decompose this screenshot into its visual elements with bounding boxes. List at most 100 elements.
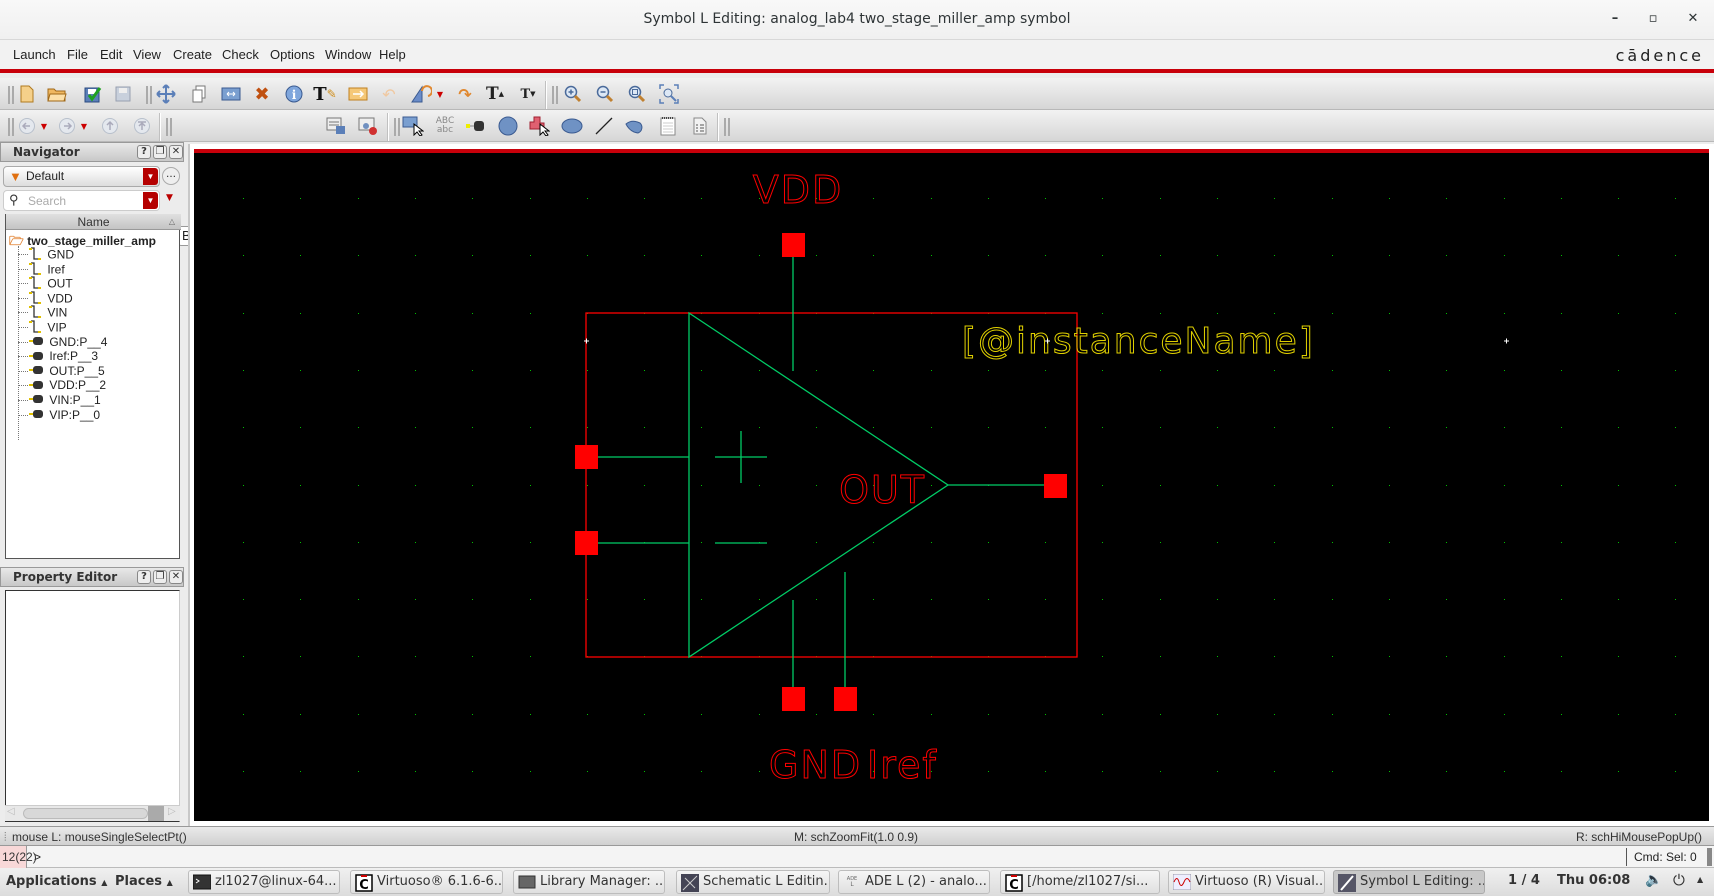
horizontal-scrollbar[interactable]: ◁ ▷	[5, 805, 180, 821]
taskbar-task[interactable]: C [/home/zl1027/si...	[1000, 870, 1160, 894]
menu-options[interactable]: Options	[270, 47, 315, 62]
close-icon[interactable]: ✕	[169, 145, 183, 159]
menu-view[interactable]: View	[133, 47, 161, 62]
schematic-canvas[interactable]: VDD OUT GND Iref [@instanceName]	[194, 149, 1709, 821]
top-icon[interactable]	[131, 116, 153, 136]
scroll-right-icon[interactable]: ▷	[168, 806, 176, 817]
tree-item-pin[interactable]: Iref:P__3	[28, 349, 98, 364]
workspace-indicator[interactable]: 1 / 4	[1508, 873, 1540, 888]
menu-help[interactable]: Help	[379, 47, 406, 62]
toolbar-grip[interactable]	[166, 118, 172, 136]
properties-icon[interactable]: i	[283, 84, 305, 104]
rotate-flip-icon[interactable]	[410, 84, 432, 104]
pin-vip[interactable]	[575, 445, 598, 469]
applications-menu[interactable]: Applications ▲	[6, 874, 107, 889]
new-file-icon[interactable]	[16, 84, 38, 104]
bigger-text-icon[interactable]: T ▲	[484, 84, 506, 104]
stretch-icon[interactable]	[220, 84, 242, 104]
taskbar-task[interactable]: Symbol L Editing: ...	[1333, 870, 1485, 894]
pin-vdd[interactable]	[782, 233, 805, 257]
notepad-icon[interactable]	[657, 116, 679, 136]
scroll-thumb[interactable]	[23, 808, 148, 819]
tree-item-pin[interactable]: GND:P__4	[28, 335, 107, 350]
scroll-left-icon[interactable]: ◁	[7, 806, 15, 817]
help-icon[interactable]: ?	[137, 570, 151, 584]
power-icon[interactable]: ⏻	[1673, 871, 1685, 889]
taskbar-task[interactable]: Library Manager: ...	[513, 870, 665, 894]
navigator-filter-select[interactable]: ▼ Default ▼	[3, 166, 160, 187]
command-input[interactable]	[46, 848, 1616, 866]
open-folder-icon[interactable]	[46, 84, 68, 104]
check-and-save-icon[interactable]	[82, 84, 104, 104]
toolbar-grip[interactable]	[146, 86, 152, 104]
taskbar-task[interactable]: ADE L ADE L (2) - analo...	[838, 870, 990, 894]
zoom-in-icon[interactable]	[562, 84, 584, 104]
menu-file[interactable]: File	[67, 47, 88, 62]
taskbar-task[interactable]: Virtuoso (R) Visual...	[1168, 870, 1325, 894]
toolbar-grip[interactable]	[394, 118, 400, 136]
zoom-fit-icon[interactable]	[626, 84, 648, 104]
back-icon[interactable]	[16, 116, 38, 136]
close-button[interactable]: ✕	[1684, 10, 1702, 28]
float-icon[interactable]: ❐	[153, 145, 167, 159]
move-icon[interactable]	[155, 84, 177, 104]
attributes-icon[interactable]	[689, 116, 711, 136]
zoom-to-area-icon[interactable]	[658, 84, 680, 104]
maximize-button[interactable]: ▫	[1644, 10, 1662, 28]
system-menu-icon[interactable]: ▲	[1697, 875, 1703, 884]
menu-launch[interactable]: Launch	[13, 47, 56, 62]
line-tool-icon[interactable]	[593, 116, 615, 136]
toolbar-grip[interactable]	[8, 86, 14, 104]
zoom-out-icon[interactable]	[594, 84, 616, 104]
tree-item-pin[interactable]: VIP:P__0	[28, 408, 100, 423]
forward-dropdown-icon[interactable]: ▼	[78, 116, 90, 136]
pin-gnd[interactable]	[782, 687, 805, 711]
toolbar-grip[interactable]	[8, 118, 14, 136]
ellipse-tool-icon[interactable]	[561, 116, 583, 136]
edit-text-icon[interactable]: T ✎	[313, 84, 336, 105]
forward-icon[interactable]	[56, 116, 78, 136]
places-menu[interactable]: Places ▲	[115, 874, 173, 889]
taskbar-task[interactable]: C Virtuoso® 6.1.6-6...	[350, 870, 503, 894]
navigator-search-input[interactable]: ⚲ Search ▼	[3, 190, 160, 211]
swap-icon[interactable]	[347, 84, 369, 104]
delete-icon[interactable]: ✖	[251, 84, 273, 105]
taskbar-task[interactable]: zl1027@linux-64...	[188, 870, 340, 894]
save-workspace-icon[interactable]	[325, 116, 347, 136]
help-icon[interactable]: ?	[137, 145, 151, 159]
close-icon[interactable]: ✕	[169, 570, 183, 584]
tree-item-pin[interactable]: OUT:P__5	[28, 364, 105, 379]
show-workspace-icon[interactable]	[357, 116, 379, 136]
redo-icon[interactable]: ↷	[454, 84, 476, 104]
taskbar-task[interactable]: Schematic L Editin...	[676, 870, 830, 894]
tree-item-pin[interactable]: VIN:P__1	[28, 393, 101, 408]
smaller-text-icon[interactable]: T ▼	[517, 84, 539, 104]
polygon-select-icon[interactable]	[528, 116, 550, 136]
resize-handle[interactable]	[1707, 848, 1712, 866]
menu-edit[interactable]: Edit	[100, 47, 122, 62]
float-icon[interactable]: ❐	[153, 570, 167, 584]
save-icon[interactable]	[112, 84, 134, 104]
toolbar-grip[interactable]	[724, 118, 730, 136]
menu-create[interactable]: Create	[173, 47, 212, 62]
circle-tool-icon[interactable]	[497, 116, 519, 136]
toolbar-grip[interactable]	[552, 86, 558, 104]
clock[interactable]: Thu 06:08	[1557, 873, 1630, 888]
search-options-icon[interactable]: ▼	[166, 193, 173, 203]
undo-icon[interactable]: ↶	[378, 84, 400, 104]
menu-window[interactable]: Window	[325, 47, 371, 62]
select-tool-icon[interactable]	[402, 116, 424, 136]
pin-tool-icon[interactable]	[466, 116, 488, 136]
up-icon[interactable]	[99, 116, 121, 136]
more-options-button[interactable]: …	[162, 167, 180, 185]
pin-out[interactable]	[1044, 474, 1067, 498]
label-tool-icon[interactable]: ABC abc	[434, 116, 456, 136]
menu-check[interactable]: Check	[222, 47, 259, 62]
copy-icon[interactable]	[188, 84, 210, 104]
arc-tool-icon[interactable]	[624, 116, 646, 136]
back-dropdown-icon[interactable]: ▼	[38, 116, 50, 136]
minimize-button[interactable]: –	[1606, 10, 1624, 28]
tree-item-pin[interactable]: VDD:P__2	[28, 378, 106, 393]
column-header-name[interactable]: Name △	[6, 214, 181, 230]
pin-iref[interactable]	[834, 687, 857, 711]
